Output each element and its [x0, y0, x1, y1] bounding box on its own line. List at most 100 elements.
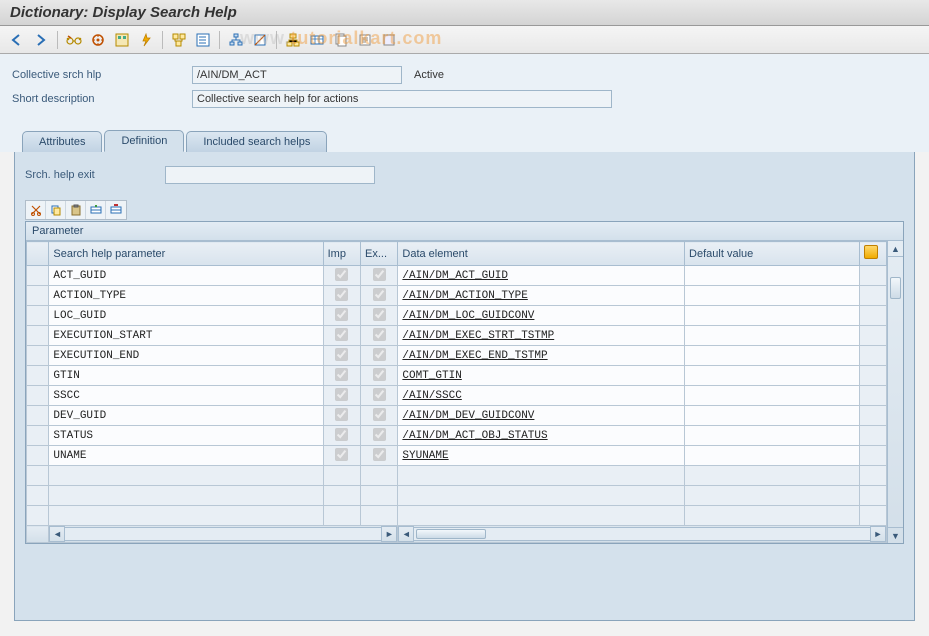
default-value-cell[interactable]: [685, 286, 858, 305]
param-cell[interactable]: [49, 386, 322, 405]
data-element-cell[interactable]: [398, 366, 684, 385]
data-element-cell[interactable]: [398, 306, 684, 325]
imp-checkbox[interactable]: [335, 328, 348, 341]
param-cell[interactable]: [49, 266, 322, 285]
hscroll-left-end-icon[interactable]: ►: [381, 526, 397, 542]
exp-checkbox[interactable]: [373, 408, 386, 421]
param-cell[interactable]: [49, 446, 322, 465]
imp-checkbox[interactable]: [335, 288, 348, 301]
row-handle[interactable]: [27, 266, 49, 286]
row-handle[interactable]: [27, 326, 49, 346]
imp-checkbox[interactable]: [335, 308, 348, 321]
param-cell[interactable]: [49, 286, 322, 305]
hscroll-right-start-icon[interactable]: ◄: [398, 526, 414, 542]
delete-row-icon[interactable]: [106, 201, 126, 219]
scroll-up-icon[interactable]: ▲: [888, 241, 903, 257]
short-desc-input[interactable]: [192, 90, 612, 108]
param-cell[interactable]: [49, 346, 322, 365]
param-cell[interactable]: [49, 306, 322, 325]
exp-checkbox[interactable]: [373, 368, 386, 381]
cut-icon[interactable]: [26, 201, 46, 219]
scroll-down-icon[interactable]: ▼: [888, 527, 903, 543]
data-element-cell[interactable]: [398, 406, 684, 425]
exp-checkbox[interactable]: [373, 328, 386, 341]
data-element-cell[interactable]: [398, 386, 684, 405]
append-icon[interactable]: [249, 30, 271, 50]
row-handle[interactable]: [27, 366, 49, 386]
col-header-param[interactable]: Search help parameter: [49, 242, 323, 266]
default-value-cell[interactable]: [685, 406, 858, 425]
imp-checkbox[interactable]: [335, 448, 348, 461]
tech-settings-icon[interactable]: [306, 30, 328, 50]
param-cell[interactable]: [49, 426, 322, 445]
row-handle[interactable]: [27, 386, 49, 406]
col-header-imp[interactable]: Imp: [323, 242, 360, 266]
row-handle[interactable]: [27, 446, 49, 466]
hscroll-right-end-icon[interactable]: ►: [870, 526, 886, 542]
data-element-cell[interactable]: [398, 446, 684, 465]
row-handle[interactable]: [27, 306, 49, 326]
exp-checkbox[interactable]: [373, 448, 386, 461]
default-value-cell[interactable]: [685, 426, 858, 445]
graphic-icon[interactable]: [282, 30, 304, 50]
vscroll[interactable]: ▲ ▼: [887, 241, 903, 543]
row-handle[interactable]: [27, 406, 49, 426]
default-value-cell[interactable]: [685, 266, 858, 285]
hscroll-left-start-icon[interactable]: ◄: [49, 526, 65, 542]
row-handle[interactable]: [27, 426, 49, 446]
hscroll-left[interactable]: ◄ ►: [49, 526, 397, 542]
exp-checkbox[interactable]: [373, 308, 386, 321]
row-handle[interactable]: [27, 486, 49, 506]
paste-icon[interactable]: [66, 201, 86, 219]
col-header-def[interactable]: Default value: [685, 242, 859, 266]
row-handle[interactable]: [27, 466, 49, 486]
hierarchy-icon[interactable]: [225, 30, 247, 50]
param-cell[interactable]: [49, 366, 322, 385]
data-element-cell[interactable]: [398, 286, 684, 305]
data-element-cell[interactable]: [398, 266, 684, 285]
exp-checkbox[interactable]: [373, 268, 386, 281]
collective-srch-input[interactable]: [192, 66, 402, 84]
row-selector-header[interactable]: [27, 242, 49, 266]
imp-checkbox[interactable]: [335, 388, 348, 401]
glasses-change-icon[interactable]: [63, 30, 85, 50]
table-settings-icon[interactable]: [864, 245, 878, 259]
vscroll-thumb[interactable]: [890, 277, 901, 299]
col-header-exp[interactable]: Ex...: [361, 242, 398, 266]
copy-icon[interactable]: [46, 201, 66, 219]
activate-icon[interactable]: [135, 30, 157, 50]
exp-checkbox[interactable]: [373, 428, 386, 441]
imp-checkbox[interactable]: [335, 408, 348, 421]
documentation-icon[interactable]: [354, 30, 376, 50]
imp-checkbox[interactable]: [335, 368, 348, 381]
exp-checkbox[interactable]: [373, 288, 386, 301]
tab-definition[interactable]: Definition: [104, 130, 184, 152]
exp-checkbox[interactable]: [373, 348, 386, 361]
where-used-icon[interactable]: [168, 30, 190, 50]
default-value-cell[interactable]: [685, 386, 858, 405]
data-element-cell[interactable]: [398, 346, 684, 365]
default-value-cell[interactable]: [685, 306, 858, 325]
param-cell[interactable]: [49, 326, 322, 345]
back-arrow-icon[interactable]: [6, 30, 28, 50]
data-element-cell[interactable]: [398, 426, 684, 445]
default-value-cell[interactable]: [685, 366, 858, 385]
other-object-icon[interactable]: [87, 30, 109, 50]
default-value-cell[interactable]: [685, 346, 858, 365]
srch-help-exit-input[interactable]: [165, 166, 375, 184]
tab-included-search-helps[interactable]: Included search helps: [186, 131, 327, 152]
imp-checkbox[interactable]: [335, 428, 348, 441]
insert-row-icon[interactable]: [86, 201, 106, 219]
col-header-config[interactable]: [859, 242, 886, 266]
contents-icon[interactable]: [330, 30, 352, 50]
display-list-icon[interactable]: [192, 30, 214, 50]
imp-checkbox[interactable]: [335, 268, 348, 281]
forward-arrow-icon[interactable]: [30, 30, 52, 50]
row-handle[interactable]: [27, 346, 49, 366]
exp-checkbox[interactable]: [373, 388, 386, 401]
col-header-elem[interactable]: Data element: [398, 242, 685, 266]
default-value-cell[interactable]: [685, 446, 858, 465]
row-handle[interactable]: [27, 506, 49, 526]
imp-checkbox[interactable]: [335, 348, 348, 361]
hscroll-right[interactable]: ◄ ►: [398, 526, 886, 542]
